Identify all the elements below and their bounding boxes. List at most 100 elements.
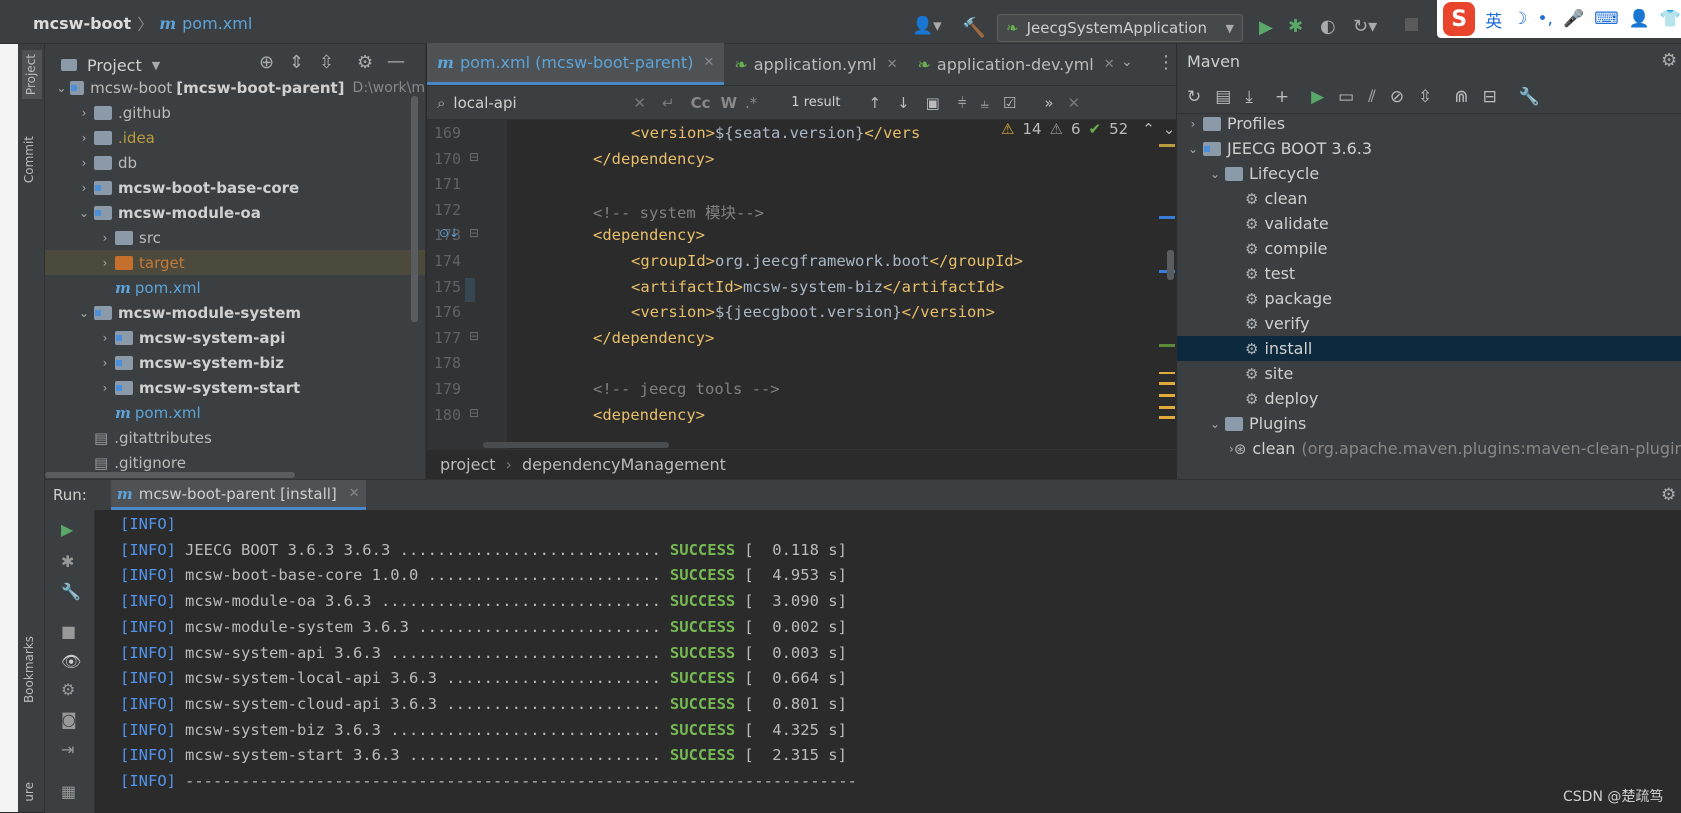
breadcrumb-file[interactable]: pom.xml [182,14,252,33]
search-icon[interactable]: ⌕ [437,94,445,112]
gear-icon[interactable]: ⚙ [1661,485,1676,505]
project-tree-row[interactable]: › src [45,225,425,250]
close-tab-icon[interactable]: ✕ [887,57,898,72]
regex-button[interactable]: .* [745,94,757,112]
maven-tree-row[interactable]: ⚙ verify [1177,311,1681,336]
stop-icon[interactable]: ■ [61,622,76,641]
project-tree-row[interactable]: ⌄ mcsw-boot [mcsw-boot-parent] D:\work\m [45,75,425,100]
maven-tree-row[interactable]: ⌄ Lifecycle [1177,161,1681,186]
search-input[interactable] [453,93,624,112]
navigate-to-module-icon[interactable]: ⊙↓ [439,226,459,240]
expand-icon[interactable]: ⊟ [1483,87,1497,107]
more-chevron-icon[interactable]: » [1044,94,1053,112]
user-icon[interactable]: 👤▾ [912,16,942,36]
vertical-scrollbar[interactable] [411,96,418,322]
maven-tree-row[interactable]: ⚙ clean [1177,186,1681,211]
skip-tests-icon[interactable]: ⊘ [1390,87,1404,107]
stop-icon[interactable] [1405,18,1418,31]
reload-icon[interactable]: ↻ [1187,87,1201,107]
maven-tree-row[interactable]: ⚙ install [1177,336,1681,361]
maven-tree-row[interactable]: ⚙ site [1177,361,1681,386]
project-tree-row[interactable]: m pom.xml [45,275,425,300]
punctuation-icon[interactable]: •, [1538,9,1553,29]
rerun-icon[interactable]: ▶ [61,520,73,539]
project-tree-row[interactable]: › mcsw-system-biz [45,350,425,375]
project-tree-row[interactable]: m pom.xml [45,400,425,425]
inspection-widget[interactable]: ⚠ 14 ⚠ 6 ✔ 52 ⌃ ⌄ [997,120,1180,138]
editor-tab[interactable]: ❧ application-dev.yml ✕ [908,43,1125,85]
chevron-right-icon[interactable]: › [76,156,92,170]
whole-word-button[interactable]: W [720,94,737,112]
maven-tree-row[interactable]: ⚙ deploy [1177,386,1681,411]
previous-occurrence-icon[interactable]: ↑ [868,94,881,112]
run-icon[interactable]: ▶ [1259,17,1273,38]
close-tab-icon[interactable]: ✕ [1104,57,1115,72]
open-in-window-icon[interactable]: ▣ [926,94,940,112]
chevron-right-icon[interactable]: › [1185,117,1201,131]
project-tree-row[interactable]: ▤ .gitattributes [45,425,425,450]
login-icon[interactable]: ⇥ [61,740,74,759]
ime-mode[interactable]: 英 [1485,7,1502,32]
editor-tab[interactable]: ❧ application.yml ✕ [724,43,907,85]
eye-icon[interactable]: 👁 [61,652,81,671]
execute-goal-icon[interactable]: ▭ [1338,87,1354,107]
build-hammer-icon[interactable]: 🔨 [962,16,986,39]
project-tree-row[interactable]: › .github [45,100,425,125]
maven-tree-row[interactable]: › ⊛ clean (org.apache.maven.plugins:maven-c… [1177,436,1681,461]
breadcrumb-project[interactable]: mcsw-boot [33,14,131,33]
horizontal-scrollbar[interactable] [45,472,295,478]
keyboard-icon[interactable]: ⌨ [1594,9,1619,29]
layout-icon[interactable]: ▦ [61,782,76,801]
fold-marker-icon[interactable]: ⊟ [469,150,479,164]
collapse-all-icon[interactable]: ⇳ [319,52,334,73]
chevron-down-icon[interactable]: ⌄ [1207,167,1223,181]
chevron-down-icon[interactable]: ⌄ [76,206,92,220]
gear-icon[interactable]: ⚙ [1661,50,1677,71]
chevron-right-icon[interactable]: › [97,231,113,245]
bookmarks-tool-tab[interactable]: Bookmarks [22,636,36,703]
chevron-right-icon[interactable]: › [97,331,113,345]
maven-tree-row[interactable]: ⌄ JEECG BOOT 3.6.3 [1177,136,1681,161]
maven-tree-row[interactable]: ⚙ test [1177,261,1681,286]
match-case-button[interactable]: Cc [691,94,711,112]
toggle-offline-icon[interactable]: ⫽ [1368,87,1376,107]
show-dependencies-icon[interactable]: ⋒ [1454,87,1468,107]
maven-tree-row[interactable]: ⚙ validate [1177,211,1681,236]
user-center-icon[interactable]: 👤 [1629,9,1650,29]
clear-icon[interactable]: ✕ [633,94,646,112]
skin-icon[interactable]: 👕 [1660,9,1681,29]
collapse-icon[interactable]: ⇳ [1418,87,1432,107]
chevron-right-icon[interactable]: › [76,131,92,145]
project-tree-row[interactable]: ⌄ mcsw-module-oa [45,200,425,225]
fold-marker-icon[interactable]: ⊟ [469,226,479,240]
maven-tree-row[interactable]: ⚙ package [1177,286,1681,311]
fold-marker-icon[interactable]: ⊟ [469,329,479,343]
more-icon[interactable]: ⋮ [1157,52,1175,73]
chevron-right-icon[interactable]: › [97,381,113,395]
chevron-right-icon[interactable]: › [97,256,113,270]
project-tree-row[interactable]: › mcsw-system-start [45,375,425,400]
fold-marker-icon[interactable]: ⊟ [469,406,479,420]
generate-sources-icon[interactable]: ▤ [1215,87,1231,107]
editor-tab[interactable]: m pom.xml (mcsw-boot-parent) ✕ [427,43,725,85]
coverage-icon[interactable]: ◐ [1320,16,1336,37]
profiler-icon[interactable]: ↻▾ [1353,16,1377,37]
chevron-up-icon[interactable]: ⌃ [1142,120,1155,138]
chevron-down-icon[interactable]: ▼ [152,59,160,72]
chevron-down-icon[interactable]: ⌄ [55,81,68,95]
camera-icon[interactable]: ◙ [61,710,77,729]
project-tree-row[interactable]: › .idea [45,125,425,150]
add-icon[interactable]: + [1275,87,1289,107]
project-tree-row[interactable]: › mcsw-system-api [45,325,425,350]
chevron-right-icon[interactable]: › [97,356,113,370]
run-configuration-select[interactable]: ❧ JeecgSystemApplication ▼ [997,14,1243,42]
project-panel-title[interactable]: Project [87,56,142,75]
hide-icon[interactable]: — [387,51,405,72]
structure-tool-tab[interactable]: ure [22,782,36,802]
new-line-icon[interactable]: ↵ [662,94,675,112]
project-tree-row[interactable]: › db [45,150,425,175]
horizontal-scrollbar[interactable] [483,442,669,448]
project-tree-row[interactable]: › target [45,250,425,275]
select-all-occurrences-icon[interactable]: ☑ [1003,94,1016,112]
project-tree-row[interactable]: ⌄ mcsw-module-system [45,300,425,325]
